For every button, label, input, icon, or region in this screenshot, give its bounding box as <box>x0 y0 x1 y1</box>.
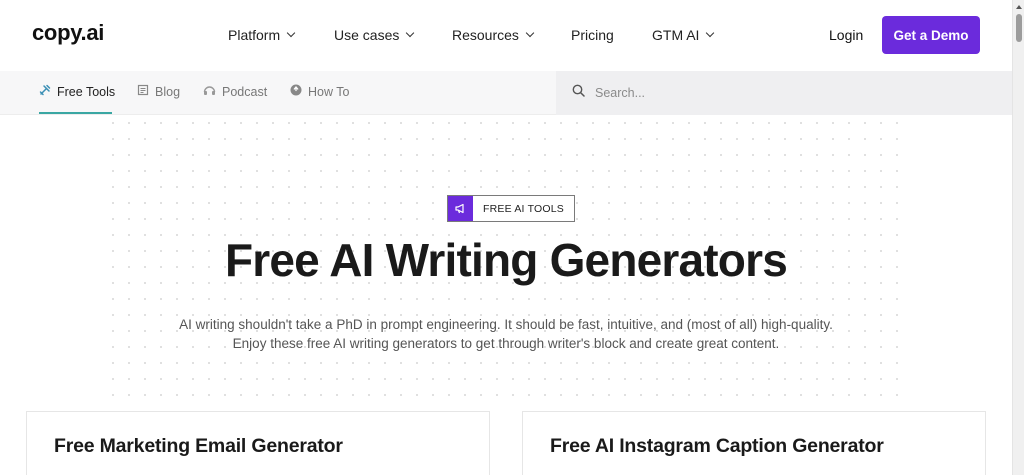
badge-label: FREE AI TOOLS <box>483 202 564 215</box>
sub-navigation: Free Tools Blog Podcast How To <box>0 71 1012 115</box>
chevron-down-icon <box>286 28 296 38</box>
page-title: Free AI Writing Generators <box>225 234 788 286</box>
nav-gtm-ai[interactable]: GTM AI <box>652 27 715 43</box>
nav-platform-label: Platform <box>228 27 281 43</box>
subtitle-line-2: Enjoy these free AI writing generators t… <box>232 336 780 351</box>
subtitle-line-1: AI writing shouldn't take a PhD in promp… <box>179 317 833 332</box>
chevron-down-icon <box>525 28 535 38</box>
search-icon <box>572 84 585 102</box>
scrollbar-thumb[interactable] <box>1016 14 1022 42</box>
nav-use-cases[interactable]: Use cases <box>334 27 415 43</box>
free-ai-tools-badge: FREE AI TOOLS <box>447 195 575 222</box>
nav-use-cases-label: Use cases <box>334 27 400 43</box>
podcast-icon <box>203 84 216 99</box>
how-to-icon <box>290 84 302 99</box>
subnav-item-label: Blog <box>155 84 181 99</box>
tools-icon <box>39 84 51 99</box>
search-box[interactable] <box>556 71 1012 115</box>
nav-platform[interactable]: Platform <box>228 27 296 43</box>
copyai-logo[interactable]: copy.ai <box>32 20 104 46</box>
blog-icon <box>137 84 149 99</box>
scroll-up-arrow-icon[interactable] <box>1016 5 1022 9</box>
login-link[interactable]: Login <box>829 27 863 43</box>
page-scrollbar[interactable] <box>1012 0 1024 475</box>
get-a-demo-button[interactable]: Get a Demo <box>882 16 980 54</box>
tool-card-instagram-caption[interactable]: Free AI Instagram Caption Generator <box>522 411 986 475</box>
subnav-item-blog[interactable]: Blog <box>137 84 180 99</box>
top-navigation: copy.ai Platform Use cases Resources Pri… <box>0 0 1012 71</box>
subnav-item-label: Podcast <box>222 84 268 99</box>
active-tab-indicator <box>39 112 112 114</box>
chevron-down-icon <box>706 28 715 38</box>
card-title: Free AI Instagram Caption Generator <box>550 435 884 457</box>
card-title: Free Marketing Email Generator <box>54 435 343 457</box>
tool-card-marketing-email[interactable]: Free Marketing Email Generator <box>26 411 490 475</box>
nav-resources[interactable]: Resources <box>452 27 535 43</box>
subnav-item-free-tools[interactable]: Free Tools <box>39 84 115 99</box>
subnav-item-label: How To <box>308 84 350 99</box>
page-subtitle: AI writing shouldn't take a PhD in promp… <box>0 315 1012 353</box>
nav-pricing[interactable]: Pricing <box>571 27 614 43</box>
nav-pricing-label: Pricing <box>571 27 614 43</box>
subnav-item-how-to[interactable]: How To <box>290 84 349 99</box>
search-input[interactable] <box>595 86 975 100</box>
nav-gtm-ai-label: GTM AI <box>652 27 700 43</box>
subnav-item-label: Free Tools <box>57 84 116 99</box>
nav-resources-label: Resources <box>452 27 519 43</box>
megaphone-icon <box>448 196 473 221</box>
chevron-down-icon <box>406 28 415 38</box>
subnav-item-podcast[interactable]: Podcast <box>203 84 267 99</box>
